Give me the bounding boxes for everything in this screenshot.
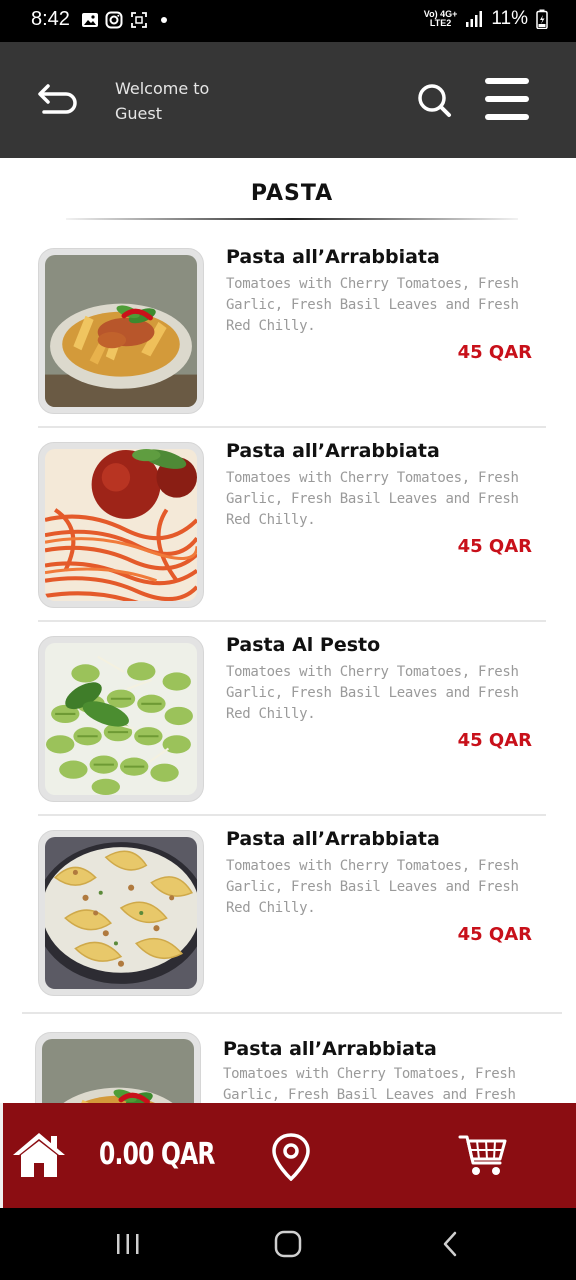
welcome-label: Welcome to <box>115 79 210 98</box>
cart-icon[interactable] <box>458 1133 508 1177</box>
penne-arrabbiata-image <box>45 255 197 407</box>
menu-item-price: 45 QAR <box>457 730 532 751</box>
tagliatelle-cream-image <box>45 837 197 989</box>
menu-item-image-frame <box>35 1032 201 1103</box>
app-header: Welcome to Guest <box>0 42 576 158</box>
menu-item-price: 45 QAR <box>457 536 532 557</box>
more-notifications-dot-icon <box>161 17 167 23</box>
gallery-notification-icon <box>82 13 98 27</box>
screenshot-notification-icon <box>131 12 147 28</box>
menu-item-image-frame <box>38 830 204 996</box>
menu-item-description: Tomatoes with Cherry Tomatoes, Fresh Gar… <box>226 664 519 722</box>
home-button-icon[interactable] <box>274 1230 302 1258</box>
menu-item[interactable]: Pasta all’Arrabbiata Tomatoes with Cherr… <box>0 1032 573 1103</box>
item-divider <box>22 1012 562 1014</box>
fusilli-pesto-image <box>45 643 197 795</box>
network-indicator: Vo) 4G+ LTE2 <box>423 9 458 28</box>
menu-item[interactable]: Pasta Al Pesto Tomatoes with Cherry Toma… <box>0 634 576 830</box>
section-title: PASTA <box>250 181 334 206</box>
back-icon[interactable] <box>36 78 80 118</box>
battery-icon <box>536 9 548 29</box>
welcome-text: Welcome to Guest <box>115 76 209 126</box>
menu-item-description: Tomatoes with Cherry Tomatoes, Fresh Gar… <box>226 470 519 528</box>
instagram-notification-icon <box>105 11 123 29</box>
location-pin-icon[interactable] <box>271 1133 311 1181</box>
user-name: Guest <box>115 104 162 123</box>
status-right-group: Vo) 4G+ LTE2 11% <box>424 8 548 30</box>
system-nav-bar <box>0 1208 576 1280</box>
recent-apps-icon[interactable] <box>114 1232 142 1256</box>
home-icon[interactable] <box>11 1131 67 1179</box>
menu-item-description: Tomatoes with Cherry Tomatoes, Fresh Gar… <box>223 1066 516 1103</box>
item-divider <box>38 620 546 622</box>
spaghetti-meatball-image <box>45 449 197 601</box>
penne-arrabbiata-image <box>42 1039 194 1103</box>
back-button-icon[interactable] <box>440 1230 460 1258</box>
menu-item-name: Pasta Al Pesto <box>226 634 381 656</box>
menu-item-image-frame <box>38 248 204 414</box>
menu-item-price: 45 QAR <box>457 924 532 945</box>
menu-item-name: Pasta all’Arrabbiata <box>226 246 440 268</box>
status-time: 8:42 <box>31 8 70 30</box>
menu-item-name: Pasta all’Arrabbiata <box>223 1038 437 1060</box>
menu-item-price: 45 QAR <box>457 342 532 363</box>
cart-total[interactable]: 0.00 QAR <box>99 1137 215 1172</box>
menu-item-description: Tomatoes with Cherry Tomatoes, Fresh Gar… <box>226 858 519 916</box>
item-divider <box>38 814 546 816</box>
menu-item[interactable]: Pasta all’Arrabbiata Tomatoes with Cherr… <box>0 246 576 442</box>
title-divider <box>66 218 518 220</box>
search-icon[interactable] <box>415 81 453 119</box>
hamburger-menu-icon[interactable] <box>484 76 530 122</box>
battery-percent: 11% <box>491 8 528 29</box>
menu-item[interactable]: Pasta all’Arrabbiata Tomatoes with Cherr… <box>0 828 576 1024</box>
item-divider <box>38 426 546 428</box>
menu-item-description: Tomatoes with Cherry Tomatoes, Fresh Gar… <box>226 276 519 334</box>
menu-item-image-frame <box>38 442 204 608</box>
menu-item-name: Pasta all’Arrabbiata <box>226 828 440 850</box>
signal-icon <box>466 11 483 27</box>
menu-item-image-frame <box>38 636 204 802</box>
menu-item-name: Pasta all’Arrabbiata <box>226 440 440 462</box>
status-bar: 8:42 Vo) 4G+ LTE2 11% <box>0 0 576 42</box>
menu-item[interactable]: Pasta all’Arrabbiata Tomatoes with Cherr… <box>0 440 576 636</box>
bottom-bar: 0.00 QAR <box>0 1103 576 1208</box>
